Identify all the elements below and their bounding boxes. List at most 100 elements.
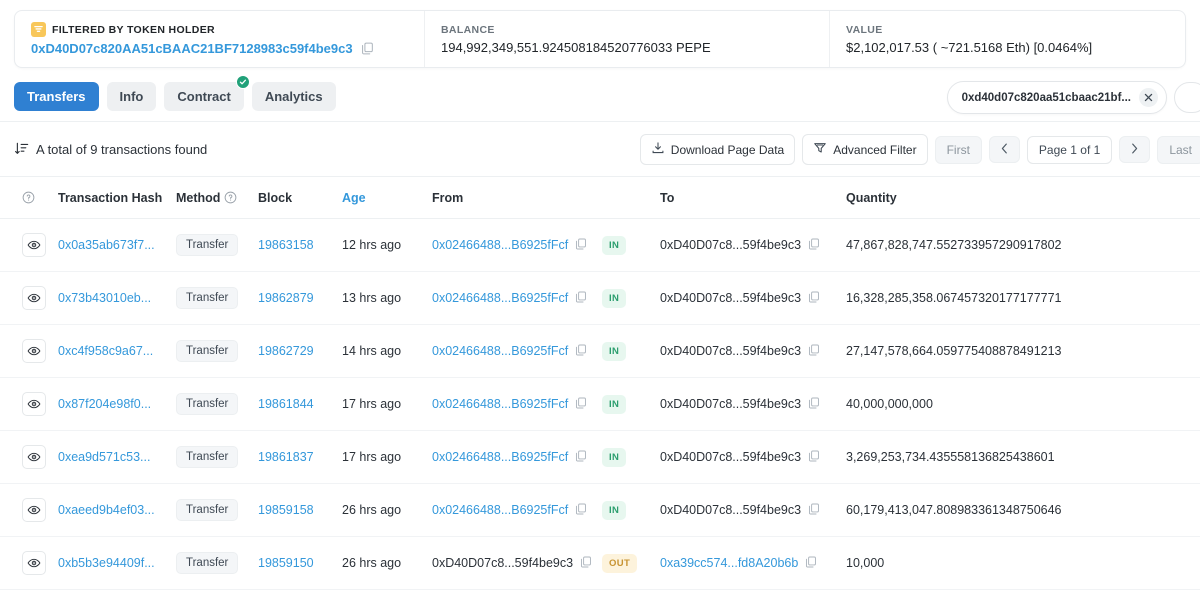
copy-icon[interactable]	[575, 238, 587, 253]
method-badge[interactable]: Transfer	[176, 499, 239, 521]
transaction-hash-link[interactable]: 0x87f204e98f0...	[58, 397, 151, 411]
cell-to: 0xD40D07c8...59f4be9c3	[654, 324, 834, 378]
cell-view	[0, 430, 52, 484]
cell-age: 12 hrs ago	[336, 218, 426, 272]
header-age-sort-link[interactable]: Age	[342, 191, 366, 205]
copy-icon[interactable]	[575, 397, 587, 412]
tab-analytics[interactable]: Analytics	[251, 82, 336, 111]
pagination-next-button[interactable]	[1119, 136, 1151, 163]
copy-icon[interactable]	[808, 291, 820, 306]
direction-badge: IN	[602, 341, 627, 361]
from-address-link[interactable]: 0x02466488...B6925fFcf	[432, 291, 568, 305]
cell-view	[0, 589, 52, 594]
cell-direction: IN	[596, 218, 654, 272]
copy-icon[interactable]	[580, 556, 592, 571]
header-quantity: Quantity	[834, 177, 1200, 219]
eye-icon[interactable]	[22, 551, 46, 575]
method-badge[interactable]: Transfer	[176, 340, 239, 362]
overflow-control[interactable]	[1174, 82, 1200, 113]
cell-quantity: 27,147,578,664.059775408878491213	[834, 324, 1200, 378]
eye-icon[interactable]	[22, 498, 46, 522]
from-address-link[interactable]: 0x02466488...B6925fFcf	[432, 503, 568, 517]
download-icon	[651, 141, 665, 158]
cell-to: 0xD40D07c8...59f4be9c3	[654, 271, 834, 325]
copy-icon[interactable]	[361, 42, 374, 55]
eye-icon[interactable]	[22, 233, 46, 257]
copy-icon[interactable]	[805, 556, 817, 571]
transaction-hash-link[interactable]: 0xea9d571c53...	[58, 450, 150, 464]
advanced-filter-button[interactable]: Advanced Filter	[802, 134, 928, 165]
transaction-hash-link[interactable]: 0xaeed9b4ef03...	[58, 503, 155, 517]
from-address-link[interactable]: 0x02466488...B6925fFcf	[432, 344, 568, 358]
transaction-hash-link[interactable]: 0xc4f958c9a67...	[58, 344, 153, 358]
copy-icon[interactable]	[808, 238, 820, 253]
to-address-text: 0xD40D07c8...59f4be9c3	[660, 238, 802, 252]
method-badge[interactable]: Transfer	[176, 287, 239, 309]
direction-badge: IN	[602, 500, 627, 520]
cell-direction: IN	[596, 324, 654, 378]
pagination-first-button[interactable]: First	[934, 135, 982, 164]
cell-method: Transfer	[170, 324, 252, 378]
question-circle-icon[interactable]	[224, 191, 237, 204]
tab-contract[interactable]: Contract	[164, 75, 250, 111]
from-address-link[interactable]: 0x02466488...B6925fFcf	[432, 397, 568, 411]
copy-icon[interactable]	[575, 344, 587, 359]
cell-transaction-hash: 0x87f204e98f0...	[52, 377, 170, 431]
eye-icon[interactable]	[22, 339, 46, 363]
download-page-data-button[interactable]: Download Page Data	[639, 134, 796, 165]
cell-from: 0x02466488...B6925fFcf	[426, 324, 596, 378]
summary-card: FILTERED BY TOKEN HOLDER 0xD40D07c820AA5…	[14, 10, 1186, 68]
eye-icon[interactable]	[22, 445, 46, 469]
tab-contract-label: Contract	[177, 89, 231, 104]
eye-icon[interactable]	[22, 392, 46, 416]
copy-icon[interactable]	[575, 503, 587, 518]
cell-method: Transfer	[170, 430, 252, 484]
address-filter-chip[interactable]: 0xd40d07c820aa51cbaac21bf...	[946, 81, 1167, 114]
filtered-by-label-row: FILTERED BY TOKEN HOLDER	[31, 22, 408, 37]
copy-icon[interactable]	[808, 397, 820, 412]
copy-icon[interactable]	[808, 503, 820, 518]
transaction-hash-link[interactable]: 0x73b43010eb...	[58, 291, 151, 305]
pagination-last-button[interactable]: Last	[1157, 135, 1200, 164]
to-address-link[interactable]: 0xa39cc574...fd8A20b6b	[660, 556, 798, 570]
balance-label: BALANCE	[441, 23, 495, 36]
tab-info[interactable]: Info	[106, 82, 157, 111]
copy-icon[interactable]	[808, 450, 820, 465]
block-number-link[interactable]: 19861844	[258, 397, 314, 411]
cell-block: 19859144	[252, 589, 336, 594]
cell-from: 0x02466488...B6925fFcf	[426, 483, 596, 537]
close-icon[interactable]	[1139, 88, 1158, 107]
cell-age: 26 hrs ago	[336, 483, 426, 537]
from-address-link[interactable]: 0x02466488...B6925fFcf	[432, 450, 568, 464]
sort-descending-icon[interactable]	[14, 141, 29, 159]
holder-address-link[interactable]: 0xD40D07c820AA51cBAAC21BF7128983c59f4be9…	[31, 41, 353, 56]
block-number-link[interactable]: 19862879	[258, 291, 314, 305]
cell-direction: IN	[596, 377, 654, 431]
holder-address-row: 0xD40D07c820AA51cBAAC21BF7128983c59f4be9…	[31, 41, 408, 56]
copy-icon[interactable]	[575, 450, 587, 465]
header-method-label: Method	[176, 191, 221, 205]
block-number-link[interactable]: 19859158	[258, 503, 314, 517]
transaction-hash-link[interactable]: 0x0a35ab673f7...	[58, 238, 155, 252]
transaction-hash-link[interactable]: 0xb5b3e94409f...	[58, 556, 155, 570]
method-badge[interactable]: Transfer	[176, 234, 239, 256]
tab-transfers[interactable]: Transfers	[14, 82, 99, 111]
block-number-link[interactable]: 19859150	[258, 556, 314, 570]
block-number-link[interactable]: 19863158	[258, 238, 314, 252]
copy-icon[interactable]	[575, 291, 587, 306]
to-address-text: 0xD40D07c8...59f4be9c3	[660, 397, 802, 411]
from-address-link[interactable]: 0x02466488...B6925fFcf	[432, 238, 568, 252]
cell-method: Transfer	[170, 536, 252, 590]
block-number-link[interactable]: 19861837	[258, 450, 314, 464]
eye-icon[interactable]	[22, 286, 46, 310]
pagination-prev-button[interactable]	[988, 136, 1020, 163]
to-address-text: 0xD40D07c8...59f4be9c3	[660, 344, 802, 358]
question-circle-icon[interactable]	[22, 191, 35, 204]
copy-icon[interactable]	[808, 344, 820, 359]
block-number-link[interactable]: 19862729	[258, 344, 314, 358]
cell-age: 17 hrs ago	[336, 377, 426, 431]
method-badge[interactable]: Transfer	[176, 393, 239, 415]
header-method: Method	[170, 177, 252, 219]
method-badge[interactable]: Transfer	[176, 446, 239, 468]
method-badge[interactable]: Transfer	[176, 552, 239, 574]
